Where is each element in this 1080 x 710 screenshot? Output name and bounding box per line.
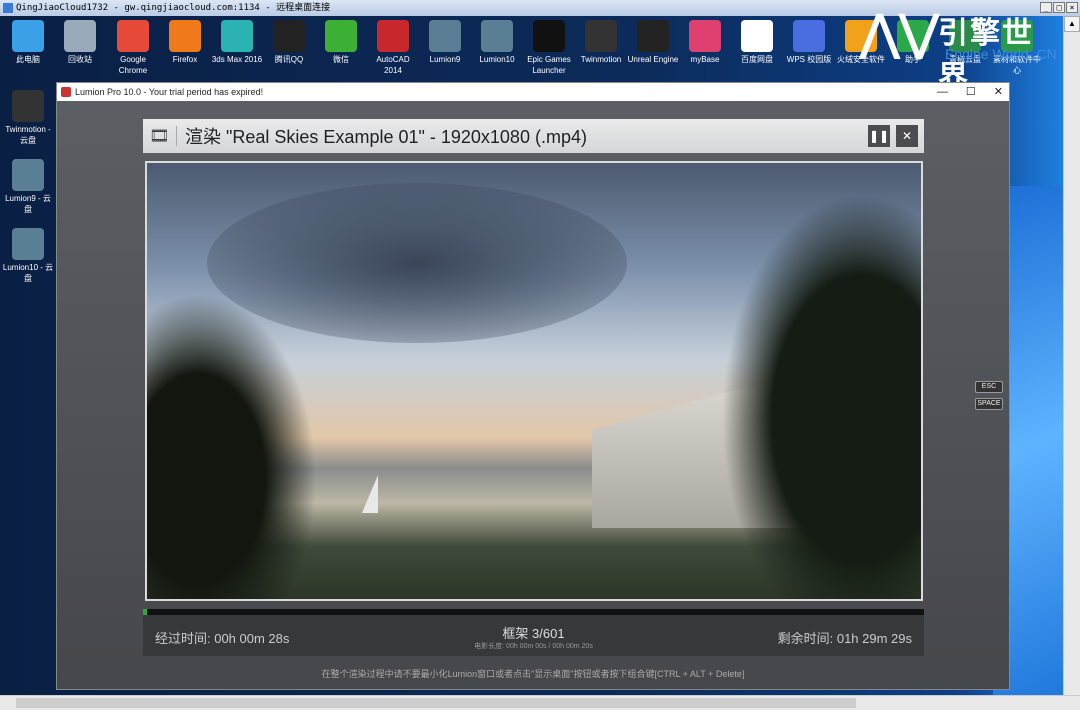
desktop-icon[interactable]: Lumion9 - 云盘 bbox=[2, 159, 54, 215]
lumion-window: Lumion Pro 10.0 - Your trial period has … bbox=[56, 82, 1010, 690]
desktop-icon[interactable]: Lumion9 bbox=[419, 20, 471, 65]
desktop-icon-label: Lumion10 - 云盘 bbox=[2, 263, 54, 283]
sailboat bbox=[362, 475, 378, 513]
vertical-scrollbar[interactable]: ▲ bbox=[1063, 16, 1080, 695]
rdp-close-button[interactable]: × bbox=[1066, 2, 1078, 13]
app-icon bbox=[481, 20, 513, 52]
watermark-mark-icon: ⋀⋁ bbox=[860, 7, 939, 60]
desktop-icon-label: Twinmotion - 云盘 bbox=[5, 125, 51, 145]
scroll-up-icon[interactable]: ▲ bbox=[1064, 16, 1080, 32]
app-icon bbox=[117, 20, 149, 52]
app-icon bbox=[689, 20, 721, 52]
app-icon bbox=[12, 228, 44, 260]
desktop-icon-label: Firefox bbox=[172, 55, 198, 64]
watermark-en: Engine World .CN bbox=[945, 46, 1057, 62]
desktop-icon[interactable]: Lumion10 - 云盘 bbox=[2, 228, 54, 284]
esc-key-button[interactable]: ESC bbox=[975, 381, 1003, 393]
app-icon bbox=[273, 20, 305, 52]
desktop-icon-label: myBase bbox=[690, 55, 720, 64]
desktop-icon-label: 百度网盘 bbox=[741, 55, 773, 64]
desktop-icon-label: 回收站 bbox=[68, 55, 92, 64]
render-header: 🎞 渲染 "Real Skies Example 01" - 1920x1080… bbox=[143, 119, 924, 153]
desktop-icon-label: AutoCAD 2014 bbox=[376, 55, 410, 75]
desktop-icon[interactable]: Firefox bbox=[159, 20, 211, 65]
desktop-icon-label: Lumion10 bbox=[479, 55, 515, 64]
desktop-icon[interactable]: Twinmotion - 云盘 bbox=[2, 90, 54, 146]
app-icon bbox=[793, 20, 825, 52]
desktop-icon[interactable]: Twinmotion bbox=[575, 20, 627, 65]
maximize-button[interactable]: ☐ bbox=[966, 83, 976, 101]
desktop-icon-label: Google Chrome bbox=[118, 55, 148, 75]
desktop-icon[interactable]: 回收站 bbox=[54, 20, 106, 65]
desktop-icon[interactable]: 此电脑 bbox=[2, 20, 54, 65]
render-title: 渲染 "Real Skies Example 01" - 1920x1080 (… bbox=[185, 127, 587, 147]
desktop-icon[interactable]: Unreal Engine bbox=[627, 20, 679, 65]
desktop-icon-label: Unreal Engine bbox=[627, 55, 679, 64]
render-preview-image bbox=[145, 161, 923, 601]
minimize-button[interactable]: — bbox=[937, 83, 948, 101]
app-icon bbox=[12, 20, 44, 52]
scroll-thumb[interactable] bbox=[16, 698, 856, 708]
desktop-icon[interactable]: 百度网盘 bbox=[731, 20, 783, 65]
desktop-icon[interactable]: myBase bbox=[679, 20, 731, 65]
lumion-app-icon bbox=[61, 87, 71, 97]
app-icon bbox=[169, 20, 201, 52]
rdp-title: QingJiaoCloud1732 - gw.qingjiaocloud.com… bbox=[16, 3, 331, 13]
cancel-render-button[interactable]: ✕ bbox=[896, 125, 918, 147]
app-icon bbox=[377, 20, 409, 52]
render-info-bar: 经过时间: 00h 00m 28s 框架 3/601 电影长度: 00h 00m… bbox=[143, 615, 924, 656]
app-icon bbox=[64, 20, 96, 52]
desktop-icon[interactable]: AutoCAD 2014 bbox=[367, 20, 419, 76]
palm-tree-left bbox=[147, 293, 317, 599]
desktop-icon-label: 此电脑 bbox=[16, 55, 40, 64]
lumion-title: Lumion Pro 10.0 - Your trial period has … bbox=[75, 87, 264, 97]
desktop-icon-label: 3ds Max 2016 bbox=[211, 55, 263, 64]
close-button[interactable]: ✕ bbox=[994, 83, 1003, 101]
desktop-icon-label: 微信 bbox=[333, 55, 349, 64]
desktop-icon[interactable]: Google Chrome bbox=[107, 20, 159, 76]
app-icon bbox=[221, 20, 253, 52]
desktop-icon[interactable]: 微信 bbox=[315, 20, 367, 65]
film-icon: 🎞 bbox=[143, 126, 177, 146]
desktop-icon[interactable]: 腾讯QQ bbox=[263, 20, 315, 65]
desktop-icon-label: Lumion9 - 云盘 bbox=[5, 194, 51, 214]
desktop-icon[interactable]: 3ds Max 2016 bbox=[211, 20, 263, 65]
desktop-icon-label: 腾讯QQ bbox=[274, 55, 304, 64]
app-icon bbox=[325, 20, 357, 52]
app-icon bbox=[637, 20, 669, 52]
app-icon bbox=[12, 159, 44, 191]
space-key-button[interactable]: SPACE bbox=[975, 398, 1003, 410]
remaining-time: 剩余时间: 01h 29m 29s bbox=[777, 631, 912, 646]
lumion-title-bar: Lumion Pro 10.0 - Your trial period has … bbox=[57, 83, 1009, 101]
horizontal-scrollbar[interactable] bbox=[0, 695, 1080, 710]
palm-tree-right bbox=[721, 193, 921, 599]
app-icon bbox=[585, 20, 617, 52]
desktop-icon-label: Epic Games Launcher bbox=[527, 55, 571, 75]
pause-button[interactable]: ❚❚ bbox=[868, 125, 890, 147]
desktop-icon[interactable]: Lumion10 bbox=[471, 20, 523, 65]
desktop-icon[interactable]: WPS 校园版 bbox=[783, 20, 835, 65]
app-icon bbox=[429, 20, 461, 52]
rdp-app-icon bbox=[3, 3, 13, 13]
desktop-icon[interactable]: Epic Games Launcher bbox=[523, 20, 575, 76]
app-icon bbox=[741, 20, 773, 52]
render-warning-note: 在整个渲染过程中请不要最小化Lumion窗口或者点击"显示桌面"按钮或者按下组合… bbox=[321, 669, 745, 679]
watermark-logo: ⋀⋁ 引擎世界 Engine World .CN bbox=[860, 4, 1060, 94]
desktop-icon-label: Twinmotion bbox=[580, 55, 622, 64]
app-icon bbox=[533, 20, 565, 52]
app-icon bbox=[12, 90, 44, 122]
desktop-icon-label: WPS 校园版 bbox=[786, 55, 832, 64]
desktop-icon-label: Lumion9 bbox=[429, 55, 461, 64]
